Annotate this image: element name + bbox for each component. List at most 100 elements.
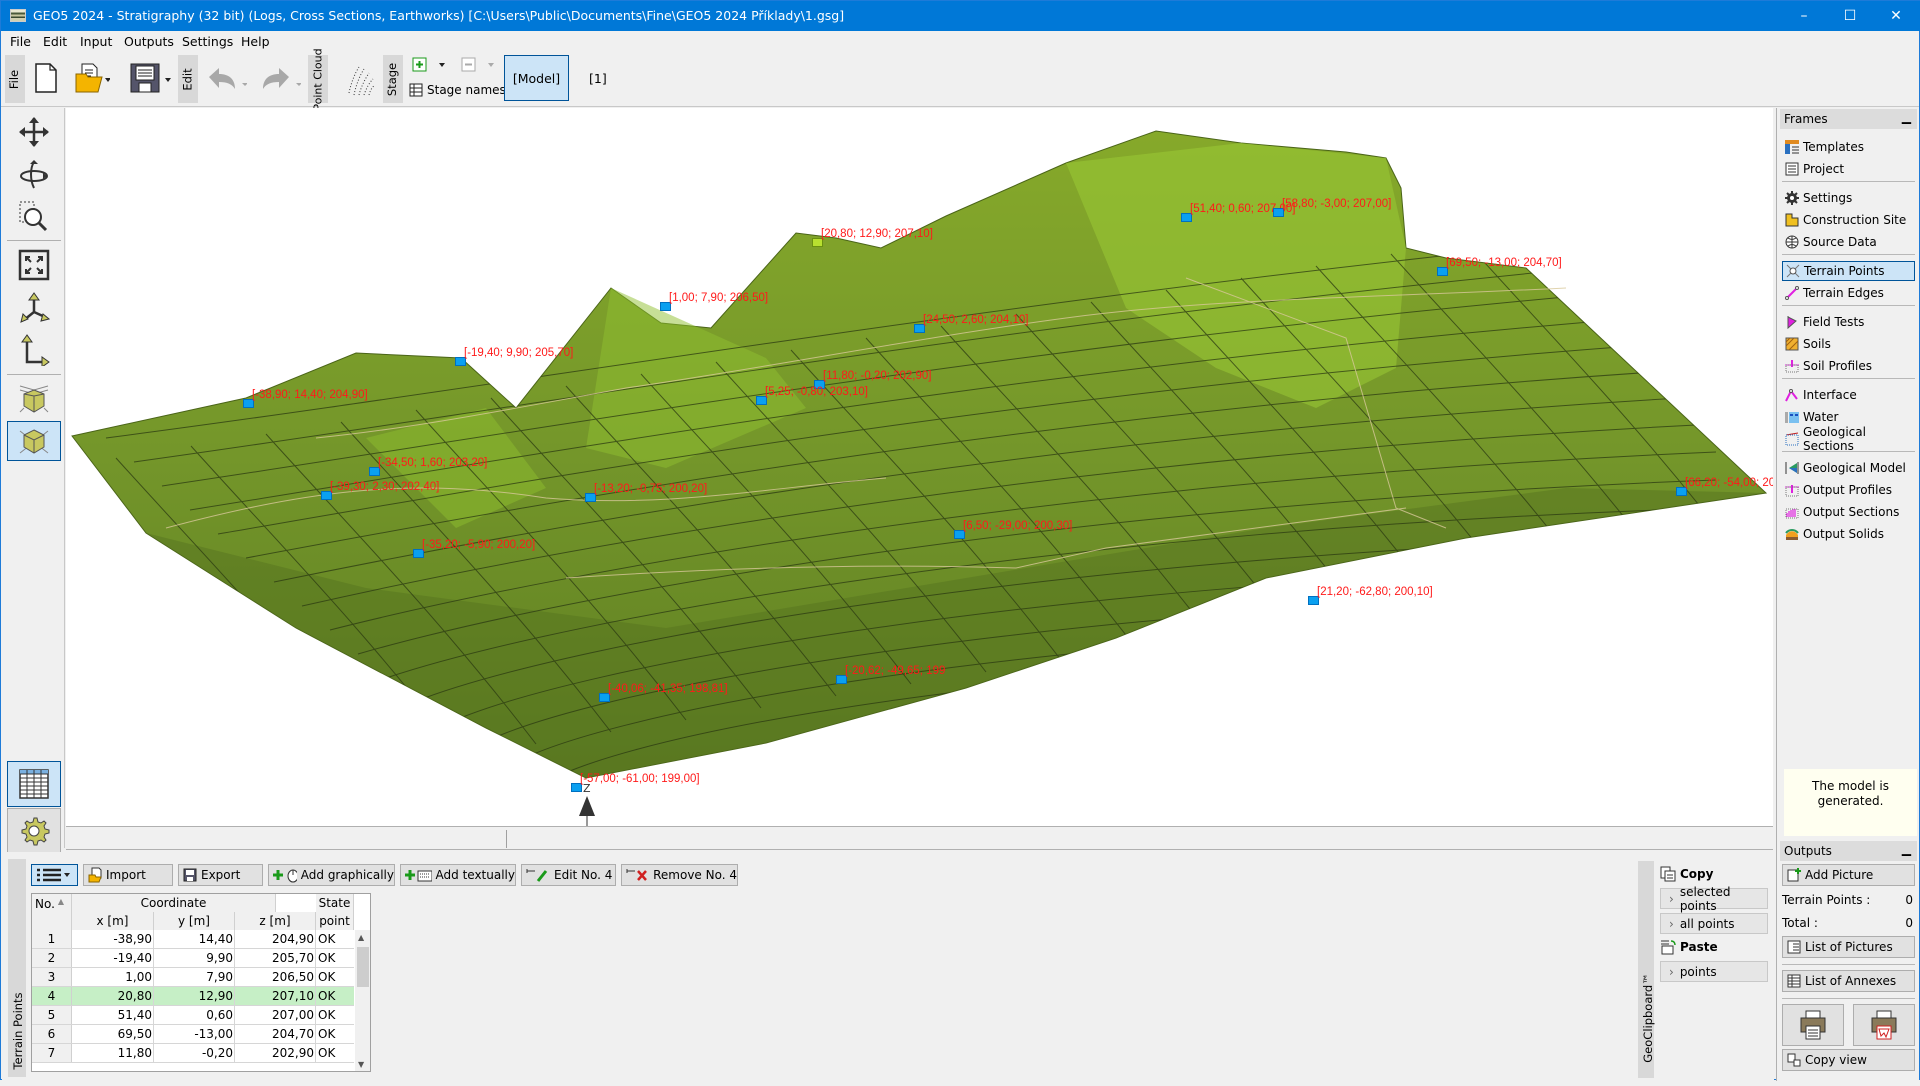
paste-points-button[interactable]: › points [1660, 961, 1768, 982]
table-row[interactable]: 6 69,50 -13,00 204,70 OK [32, 1025, 354, 1044]
3d-viewport[interactable]: Z [-38,90; 14,40; 204,90] [-19,40; 9,90; … [66, 108, 1773, 826]
cell-no[interactable]: 6 [32, 1025, 72, 1043]
table-scrollbar[interactable]: ▲ ▼ [355, 930, 370, 1071]
rotate-tool[interactable] [7, 154, 61, 194]
cell-z[interactable]: 205,70 [235, 951, 314, 965]
cell-x[interactable]: 11,80 [72, 1046, 152, 1060]
view-isometric-tool[interactable] [7, 421, 61, 461]
collapse-button[interactable]: ▁ [1902, 842, 1911, 856]
cell-y[interactable]: 12,90 [154, 989, 233, 1003]
add-picture-button[interactable]: Add Picture [1782, 864, 1915, 886]
table-row[interactable]: 4 20,80 12,90 207,10 OK [32, 987, 354, 1006]
scroll-thumb[interactable] [357, 947, 369, 987]
scroll-down-icon[interactable]: ▼ [358, 1060, 364, 1069]
frame-item-output-sections[interactable]: Output Sections [1782, 502, 1915, 522]
add-textually-button[interactable]: Add textually [400, 864, 516, 886]
view-mode-dropdown[interactable] [31, 864, 78, 886]
collapse-button[interactable]: ▁ [1902, 110, 1911, 124]
table-row[interactable]: 7 11,80 -0,20 202,90 OK [32, 1044, 354, 1063]
frame-item-geological-model[interactable]: Geological Model [1782, 458, 1915, 478]
frame-item-construction-site[interactable]: Construction Site [1782, 210, 1915, 230]
cell-no[interactable]: 3 [32, 968, 72, 986]
table-view-tool[interactable] [7, 761, 61, 807]
cell-z[interactable]: 207,10 [235, 989, 314, 1003]
cell-z[interactable]: 204,90 [235, 932, 314, 946]
frame-item-source-data[interactable]: Source Data [1782, 232, 1915, 252]
frame-item-soil-profiles[interactable]: Soil Profiles [1782, 356, 1915, 376]
edit-button[interactable]: Edit No. 4 [521, 864, 616, 886]
column-header-no[interactable]: No. ▲ [32, 894, 72, 930]
close-button[interactable]: ✕ [1873, 1, 1919, 31]
import-button[interactable]: Import [83, 864, 173, 886]
stage-1-button[interactable]: [1] [589, 71, 607, 86]
menu-input[interactable]: Input [80, 34, 112, 49]
cell-z[interactable]: 204,70 [235, 1027, 314, 1041]
menu-edit[interactable]: Edit [43, 34, 67, 49]
cell-no[interactable]: 1 [32, 930, 72, 948]
maximize-button[interactable]: ☐ [1827, 1, 1873, 31]
frame-item-interface[interactable]: Interface [1782, 385, 1915, 405]
cell-state[interactable]: OK [318, 1008, 335, 1022]
list-of-annexes-button[interactable]: List of Annexes [1782, 970, 1915, 992]
cell-y[interactable]: 9,90 [154, 951, 233, 965]
cell-x[interactable]: -19,40 [72, 951, 152, 965]
model-stage-button[interactable]: [Model] [504, 55, 569, 101]
cell-y[interactable]: 7,90 [154, 970, 233, 984]
cell-no[interactable]: 2 [32, 949, 72, 967]
point-cloud-icon[interactable] [345, 63, 377, 100]
axes-2d-tool[interactable] [7, 330, 61, 370]
frame-item-terrain-points[interactable]: Terrain Points [1782, 261, 1915, 281]
cell-y[interactable]: -13,00 [154, 1027, 233, 1041]
undo-icon[interactable] [205, 65, 248, 96]
new-file-icon[interactable] [34, 63, 58, 96]
cell-x[interactable]: 20,80 [72, 989, 152, 1003]
table-row[interactable]: 5 51,40 0,60 207,00 OK [32, 1006, 354, 1025]
copy-view-button[interactable]: Copy view [1782, 1049, 1915, 1071]
print-pdf-button[interactable] [1853, 1004, 1915, 1046]
copy-all-points-button[interactable]: › all points [1660, 913, 1768, 934]
cell-z[interactable]: 202,90 [235, 1046, 314, 1060]
cell-state[interactable]: OK [318, 1027, 335, 1041]
cell-state[interactable]: OK [318, 1046, 335, 1060]
menu-settings[interactable]: Settings [182, 34, 233, 49]
cell-no[interactable]: 5 [32, 1006, 72, 1024]
add-graphically-button[interactable]: Add graphically [268, 864, 395, 886]
frame-item-templates[interactable]: Templates [1782, 137, 1915, 157]
minimize-button[interactable]: – [1781, 1, 1827, 31]
cell-state[interactable]: OK [318, 989, 335, 1003]
remove-stage-icon[interactable] [461, 57, 501, 76]
axes-3d-tool[interactable] [7, 288, 61, 328]
frame-item-geological-sections[interactable]: Geological Sections [1782, 425, 1915, 453]
frame-item-terrain-edges[interactable]: Terrain Edges [1782, 283, 1915, 303]
frame-item-water[interactable]: Water [1782, 407, 1915, 427]
column-header-z[interactable]: z [m] [235, 912, 316, 930]
cell-x[interactable]: 1,00 [72, 970, 152, 984]
scroll-up-icon[interactable]: ▲ [358, 933, 364, 942]
frame-item-output-profiles[interactable]: Output Profiles [1782, 480, 1915, 500]
stage-names-button[interactable]: Stage names [409, 83, 506, 97]
zoom-window-tool[interactable] [7, 196, 61, 236]
column-header-x[interactable]: x [m] [72, 912, 154, 930]
cell-no[interactable]: 4 [32, 987, 72, 1005]
menu-help[interactable]: Help [241, 34, 270, 49]
cell-no[interactable]: 7 [32, 1044, 72, 1062]
cell-y[interactable]: 14,40 [154, 932, 233, 946]
cell-state[interactable]: OK [318, 970, 335, 984]
cell-state[interactable]: OK [318, 932, 335, 946]
cell-x[interactable]: 69,50 [72, 1027, 152, 1041]
print-button[interactable] [1782, 1004, 1844, 1046]
cell-x[interactable]: 51,40 [72, 1008, 152, 1022]
table-row[interactable]: 2 -19,40 9,90 205,70 OK [32, 949, 354, 968]
cell-z[interactable]: 207,00 [235, 1008, 314, 1022]
column-header-y[interactable]: y [m] [154, 912, 235, 930]
table-row[interactable]: 3 1,00 7,90 206,50 OK [32, 968, 354, 987]
frame-item-soils[interactable]: Soils [1782, 334, 1915, 354]
pan-tool[interactable] [7, 112, 61, 152]
menu-file[interactable]: File [10, 34, 31, 49]
copy-selected-points-button[interactable]: › selected points [1660, 885, 1768, 913]
cell-y[interactable]: 0,60 [154, 1008, 233, 1022]
redo-icon[interactable] [259, 65, 302, 96]
frame-item-field-tests[interactable]: Field Tests [1782, 312, 1915, 332]
add-stage-icon[interactable] [412, 57, 452, 76]
frame-item-project[interactable]: Project [1782, 159, 1915, 179]
